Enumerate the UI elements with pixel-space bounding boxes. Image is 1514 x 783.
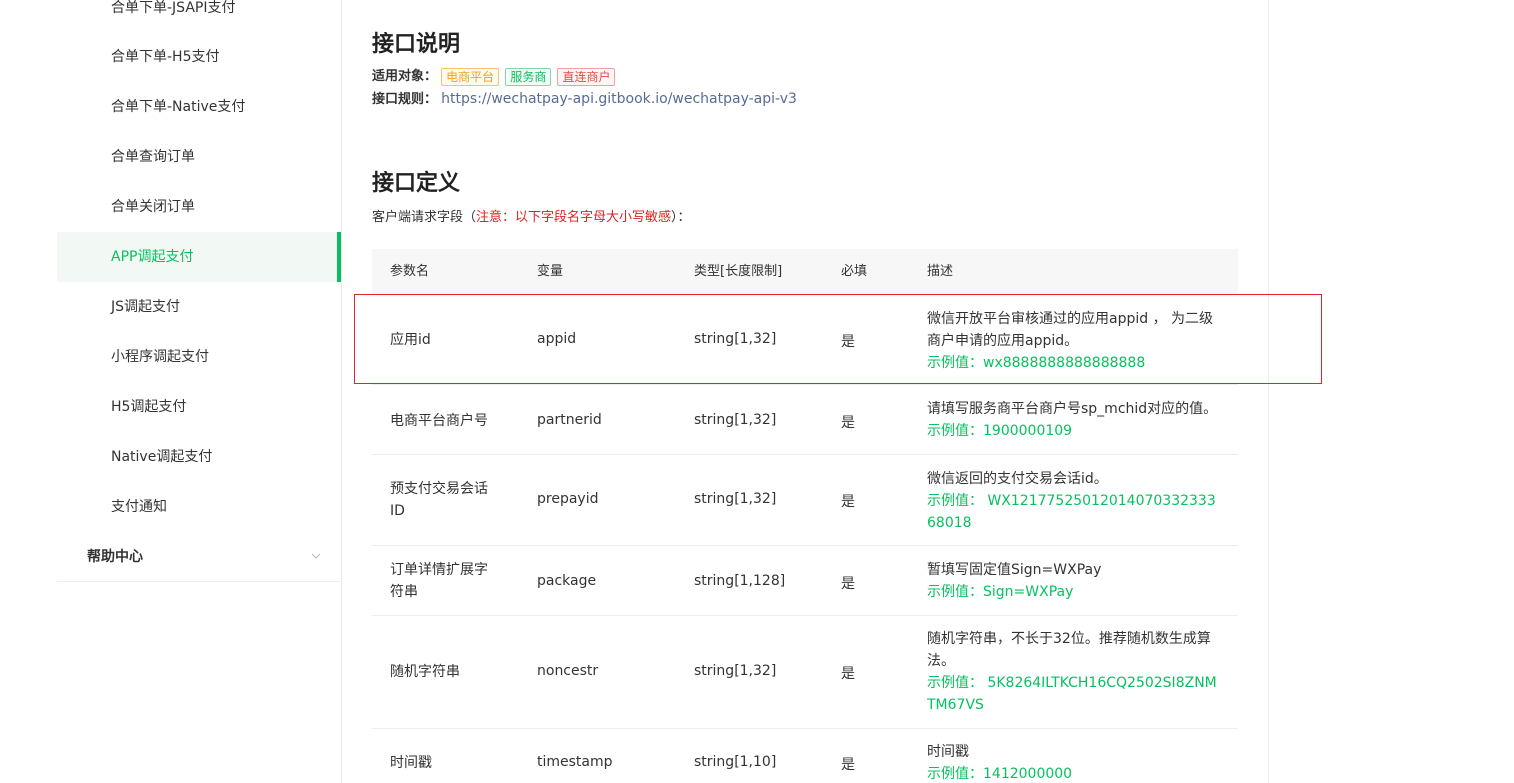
sidebar-item-app-pay[interactable]: APP调起支付 bbox=[57, 232, 341, 282]
cell-type: string[1,128] bbox=[694, 573, 786, 589]
description-text: 请填写服务商平台商户号sp_mchid对应的值。 bbox=[927, 401, 1218, 417]
cell-variable: partnerid bbox=[537, 412, 602, 428]
applicable-label: 适用对象： bbox=[372, 69, 438, 84]
sidebar-item-combine-close[interactable]: 合单关闭订单 bbox=[57, 182, 341, 232]
request-fields-note: 客户端请求字段（注意：以下字段名字母大小写敏感）： bbox=[372, 206, 691, 225]
description-text: 微信返回的支付交易会话id。 bbox=[927, 471, 1108, 487]
tag-ecommerce: 电商平台 bbox=[441, 67, 500, 86]
note-warning: 注意：以下字段名字母大小写敏感 bbox=[476, 210, 672, 225]
description-text: 随机字符串，不长于32位。推荐随机数生成算法。 bbox=[927, 631, 1211, 669]
sidebar-item-pay-notify[interactable]: 支付通知 bbox=[57, 482, 341, 532]
cell-required: 是 bbox=[841, 334, 855, 350]
sidebar-group-help-center[interactable]: 帮助中心 bbox=[57, 532, 341, 582]
tag-service-provider: 服务商 bbox=[505, 67, 552, 86]
cell-required: 是 bbox=[841, 494, 855, 510]
sidebar-item-miniprogram-pay[interactable]: 小程序调起支付 bbox=[57, 332, 341, 382]
sidebar-item-js-pay[interactable]: JS调起支付 bbox=[57, 282, 341, 332]
cell-type: string[1,32] bbox=[694, 663, 777, 679]
header-description: 描述 bbox=[927, 264, 954, 279]
cell-description: 请填写服务商平台商户号sp_mchid对应的值。 示例值：1900000109 bbox=[927, 398, 1223, 442]
cell-description: 时间戳 示例值：1412000000 bbox=[927, 741, 1223, 783]
chevron-down-icon bbox=[311, 553, 321, 559]
table-header: 参数名 变量 类型[长度限制] 必填 描述 bbox=[372, 249, 1238, 294]
section-title-interface-description: 接口说明 bbox=[372, 32, 461, 57]
table-row: 订单详情扩展字符串 package string[1,128] 是 暂填写固定值… bbox=[372, 546, 1238, 616]
description-text: 时间戳 bbox=[927, 744, 969, 760]
sidebar-group-label: 帮助中心 bbox=[87, 549, 143, 565]
sidebar: 合单下单-JSAPI支付 合单下单-H5支付 合单下单-Native支付 合单查… bbox=[0, 0, 341, 783]
table-row: 电商平台商户号 partnerid string[1,32] 是 请填写服务商平… bbox=[372, 385, 1238, 455]
sidebar-item-h5-pay[interactable]: H5调起支付 bbox=[57, 382, 341, 432]
cell-description: 微信开放平台审核通过的应用appid ， 为二级商户申请的应用appid。 示例… bbox=[927, 308, 1223, 374]
section-title-interface-definition: 接口定义 bbox=[372, 171, 461, 196]
cell-type: string[1,10] bbox=[694, 754, 777, 770]
tag-direct-merchant: 直连商户 bbox=[557, 67, 616, 86]
cell-param-name: 预支付交易会话ID bbox=[390, 481, 488, 519]
cell-required: 是 bbox=[841, 666, 855, 682]
rules-label: 接口规则： bbox=[372, 92, 438, 107]
sidebar-item-combine-jsapi[interactable]: 合单下单-JSAPI支付 bbox=[57, 0, 341, 33]
cell-description: 微信返回的支付交易会话id。 示例值： WX121775250120140703… bbox=[927, 468, 1223, 534]
cell-variable: appid bbox=[537, 331, 577, 347]
cell-param-name: 时间戳 bbox=[390, 755, 432, 771]
content-right-border bbox=[1268, 0, 1269, 783]
cell-param-name: 随机字符串 bbox=[390, 664, 460, 680]
cell-type: string[1,32] bbox=[694, 412, 777, 428]
header-required: 必填 bbox=[841, 264, 868, 279]
cell-param-name: 订单详情扩展字符串 bbox=[390, 562, 488, 600]
sidebar-item-combine-h5[interactable]: 合单下单-H5支付 bbox=[57, 32, 341, 82]
cell-variable: noncestr bbox=[537, 663, 599, 679]
table-row: 时间戳 timestamp string[1,10] 是 时间戳 示例值：141… bbox=[372, 729, 1238, 783]
header-param-name: 参数名 bbox=[390, 264, 430, 279]
table-row: 应用id appid string[1,32] 是 微信开放平台审核通过的应用a… bbox=[372, 294, 1238, 385]
header-variable: 变量 bbox=[537, 264, 564, 279]
rules-link[interactable]: https://wechatpay-api.gitbook.io/wechatp… bbox=[441, 91, 797, 107]
cell-param-name: 电商平台商户号 bbox=[390, 413, 488, 429]
rules-row: 接口规则： https://wechatpay-api.gitbook.io/w… bbox=[372, 89, 797, 109]
example-value: 示例值： WX1217752501201407033233368018 bbox=[927, 493, 1216, 531]
header-type: 类型[长度限制] bbox=[694, 264, 783, 279]
note-suffix: ）： bbox=[671, 210, 691, 225]
sidebar-divider bbox=[341, 0, 342, 783]
table-row: 预支付交易会话ID prepayid string[1,32] 是 微信返回的支… bbox=[372, 455, 1238, 546]
sidebar-item-combine-native[interactable]: 合单下单-Native支付 bbox=[57, 82, 341, 132]
cell-required: 是 bbox=[841, 576, 855, 592]
cell-type: string[1,32] bbox=[694, 331, 777, 347]
cell-description: 暂填写固定值Sign=WXPay 示例值：Sign=WXPay bbox=[927, 559, 1223, 603]
description-text: 微信开放平台审核通过的应用appid ， 为二级商户申请的应用appid。 bbox=[927, 311, 1214, 349]
example-value: 示例值：Sign=WXPay bbox=[927, 584, 1074, 600]
cell-type: string[1,32] bbox=[694, 491, 777, 507]
table-row: 随机字符串 noncestr string[1,32] 是 随机字符串，不长于3… bbox=[372, 616, 1238, 729]
cell-required: 是 bbox=[841, 415, 855, 431]
cell-description: 随机字符串，不长于32位。推荐随机数生成算法。 示例值： 5K8264ILTKC… bbox=[927, 628, 1223, 716]
example-value: 示例值：1412000000 bbox=[927, 766, 1073, 782]
cell-required: 是 bbox=[841, 757, 855, 773]
cell-variable: timestamp bbox=[537, 754, 613, 770]
example-value: 示例值： 5K8264ILTKCH16CQ2502SI8ZNMTM67VS bbox=[927, 675, 1217, 713]
sidebar-item-native-pay[interactable]: Native调起支付 bbox=[57, 432, 341, 482]
applicable-row: 适用对象： 电商平台 服务商 直连商户 bbox=[372, 67, 617, 87]
note-prefix: 客户端请求字段（ bbox=[372, 210, 477, 225]
sidebar-item-combine-query[interactable]: 合单查询订单 bbox=[57, 132, 341, 182]
cell-variable: package bbox=[537, 573, 597, 589]
cell-variable: prepayid bbox=[537, 491, 599, 507]
example-value: 示例值：wx8888888888888888 bbox=[927, 355, 1146, 371]
example-value: 示例值：1900000109 bbox=[927, 423, 1073, 439]
cell-param-name: 应用id bbox=[390, 332, 431, 348]
description-text: 暂填写固定值Sign=WXPay bbox=[927, 562, 1102, 578]
